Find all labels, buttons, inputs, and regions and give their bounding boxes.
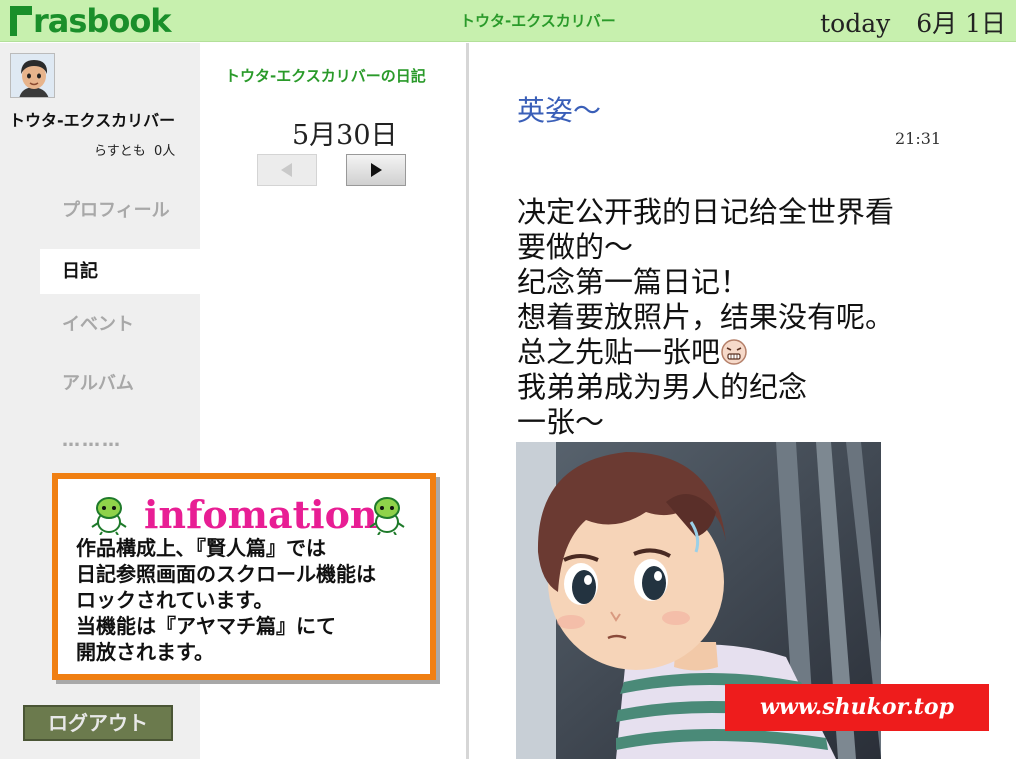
grimace-emoji-icon (721, 339, 747, 365)
entry-title: 英姿～ (517, 94, 602, 127)
previous-entry-button[interactable] (257, 154, 317, 186)
friends-label: らすとも (94, 144, 146, 159)
information-line: 当機能は『アヤマチ篇』にて (76, 614, 336, 638)
entry-line: 总之先贴一张吧 (517, 335, 721, 369)
logo-mark-icon (10, 6, 32, 36)
entry-line-with-emoji: 总之先贴一张吧 (517, 335, 894, 370)
watermark-label: www.shukor.top (725, 684, 989, 731)
sidebar-item-event[interactable]: イベント (40, 302, 200, 347)
mascot-right-icon (369, 497, 405, 535)
information-line: 作品構成上､『賢人篇』では (76, 536, 326, 560)
diary-date: 5月30日 (292, 120, 398, 151)
friends-count[interactable]: らすとも 0人 (94, 140, 175, 159)
sidebar-item-profile[interactable]: プロフィール (40, 188, 200, 233)
entry-line: 一张～ (517, 405, 605, 439)
entry-line: 要做的～ (517, 230, 634, 264)
friends-number: 0人 (154, 144, 176, 159)
header-user-name: トウタ-エクスカリバー (460, 12, 616, 30)
arrow-left-icon (281, 163, 292, 177)
entry-line: 想着要放照片，结果没有呢。 (517, 300, 895, 334)
logo-text: rasbook (33, 2, 172, 40)
rasbook-logo[interactable]: rasbook (10, 2, 172, 40)
user-avatar[interactable] (10, 53, 55, 98)
entry-line: 纪念第一篇日记！ (517, 265, 750, 299)
information-text: 作品構成上､『賢人篇』では 日記参照画面のスクロール機能は ロックされています。… (76, 535, 376, 665)
today-date: 6月 1日 (916, 9, 1006, 38)
entry-body: 决定公开我的日记给全世界看 要做的～ 纪念第一篇日记！ 想着要放照片，结果没有呢… (517, 195, 894, 440)
diary-owner-title: トウタ-エクスカリバーの日記 (225, 67, 426, 85)
sidebar-item-album[interactable]: アルバム (40, 361, 200, 406)
information-line: ロックされています。 (76, 588, 274, 612)
entry-time: 21:31 (895, 129, 942, 148)
information-line: 開放されます。 (76, 640, 214, 664)
entry-line: 决定公开我的日记给全世界看 (517, 195, 895, 229)
sidebar-item-diary[interactable]: 日記 (40, 249, 200, 294)
information-line: 日記参照画面のスクロール機能は (76, 562, 376, 586)
today-display: today 6月 1日 (820, 4, 1006, 40)
mascot-left-icon (91, 497, 127, 535)
sidebar-item-more[interactable]: ……… (40, 418, 200, 463)
diary-entry-panel: 英姿～ 21:31 决定公开我的日记给全世界看 要做的～ 纪念第一篇日记！ 想着… (469, 43, 1016, 759)
next-entry-button[interactable] (346, 154, 406, 186)
sidebar-user-name[interactable]: トウタ-エクスカリバー (9, 107, 175, 131)
today-label: today (820, 9, 891, 38)
top-header-bar: rasbook トウタ-エクスカリバー today 6月 1日 (0, 0, 1016, 42)
logout-button[interactable]: ログアウト (23, 705, 173, 741)
information-title: infomation (144, 492, 378, 537)
entry-line: 我弟弟成为男人的纪念 (517, 370, 808, 404)
avatar-portrait-icon (11, 54, 54, 97)
information-notice: infomation 作品構成上､『賢人篇』では 日記参照画面のスクロール機能は… (52, 473, 436, 680)
arrow-right-icon (371, 163, 382, 177)
